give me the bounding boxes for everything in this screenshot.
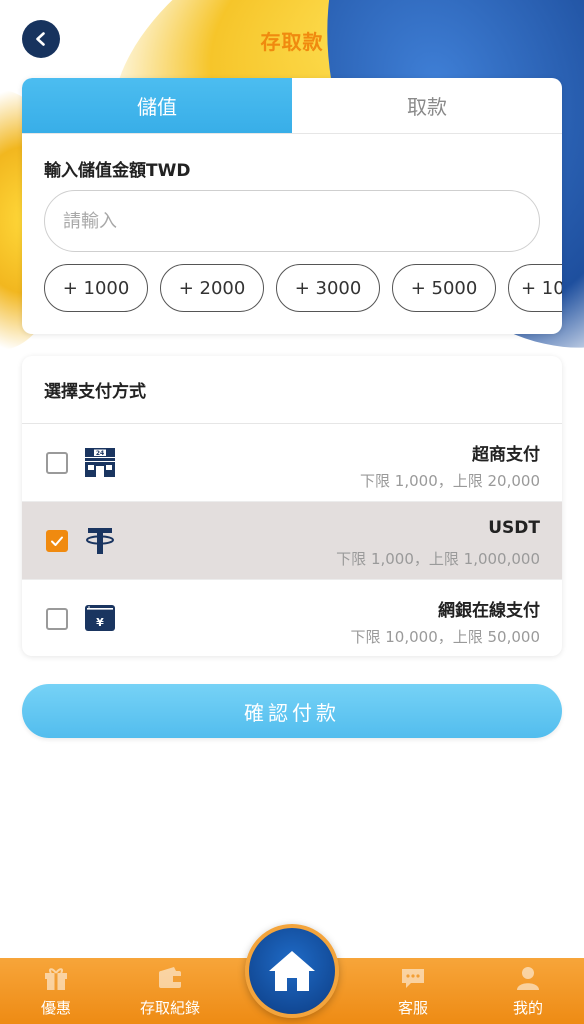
quick-amount-chip[interactable]: + 1000 [44,264,148,312]
home-button[interactable] [245,924,339,1018]
payment-option-convenience-store[interactable]: 24 超商支付 下限 1,000，上限 20,000 [22,424,562,502]
wallet-icon [159,967,181,988]
deposit-card: 儲值 取款 輸入儲值金額TWD + 1000 + 2000 + 3000 + 5… [22,78,562,334]
header: 存取款 [0,0,584,80]
quick-amount-chip[interactable]: + 2000 [160,264,264,312]
nav-label: 客服 [397,999,428,1017]
online-banking-icon: ¥ [85,605,115,631]
payment-option-usdt[interactable]: USDT 下限 1,000，上限 1,000,000 [22,502,562,580]
confirm-payment-button[interactable]: 確認付款 [22,684,562,738]
checkmark-icon [51,536,63,546]
amount-label: 輸入儲值金額TWD [44,161,191,181]
payment-method-title: 選擇支付方式 [22,356,562,424]
gift-icon [45,968,67,990]
payment-checkbox[interactable] [46,608,68,630]
quick-amount-chips: + 1000 + 2000 + 3000 + 5000 + 10000 [44,264,562,312]
deposit-withdraw-tabs: 儲值 取款 [22,78,562,134]
user-icon [517,967,539,990]
payment-method-card: 選擇支付方式 24 超商支付 下限 1,000，上限 20,000 USDT 下… [22,356,562,656]
payment-limit: 下限 1,000，上限 20,000 [360,472,540,490]
tab-deposit[interactable]: 儲值 [22,78,292,133]
tab-withdraw[interactable]: 取款 [292,78,562,133]
quick-amount-chip[interactable]: + 5000 [392,264,496,312]
quick-amount-chip[interactable]: + 3000 [276,264,380,312]
payment-name: 網銀在線支付 [438,601,540,621]
payment-name: 超商支付 [472,445,540,465]
payment-limit: 下限 10,000，上限 50,000 [350,628,540,646]
tether-icon [86,528,114,554]
nav-item-promotions[interactable]: 優惠 [20,958,92,1024]
nav-label: 優惠 [40,999,71,1017]
convenience-store-icon: 24 [85,448,115,477]
nav-item-customer-service[interactable]: 客服 [377,958,449,1024]
nav-label: 我的 [512,999,543,1017]
nav-item-profile[interactable]: 我的 [492,958,564,1024]
page-title: 存取款 [260,30,324,54]
svg-text:¥: ¥ [96,616,104,629]
chat-icon [402,969,424,988]
payment-option-online-banking[interactable]: ¥ 網銀在線支付 下限 10,000，上限 50,000 [22,580,562,656]
svg-text:24: 24 [96,450,104,457]
payment-name: USDT [488,518,540,538]
nav-item-records[interactable]: 存取紀錄 [128,958,212,1024]
nav-label: 存取紀錄 [139,999,200,1017]
amount-input[interactable] [44,190,540,252]
payment-checkbox-checked[interactable] [46,530,68,552]
quick-amount-chip[interactable]: + 10000 [508,264,562,312]
payment-checkbox[interactable] [46,452,68,474]
home-icon [269,951,315,991]
payment-limit: 下限 1,000，上限 1,000,000 [336,550,540,568]
